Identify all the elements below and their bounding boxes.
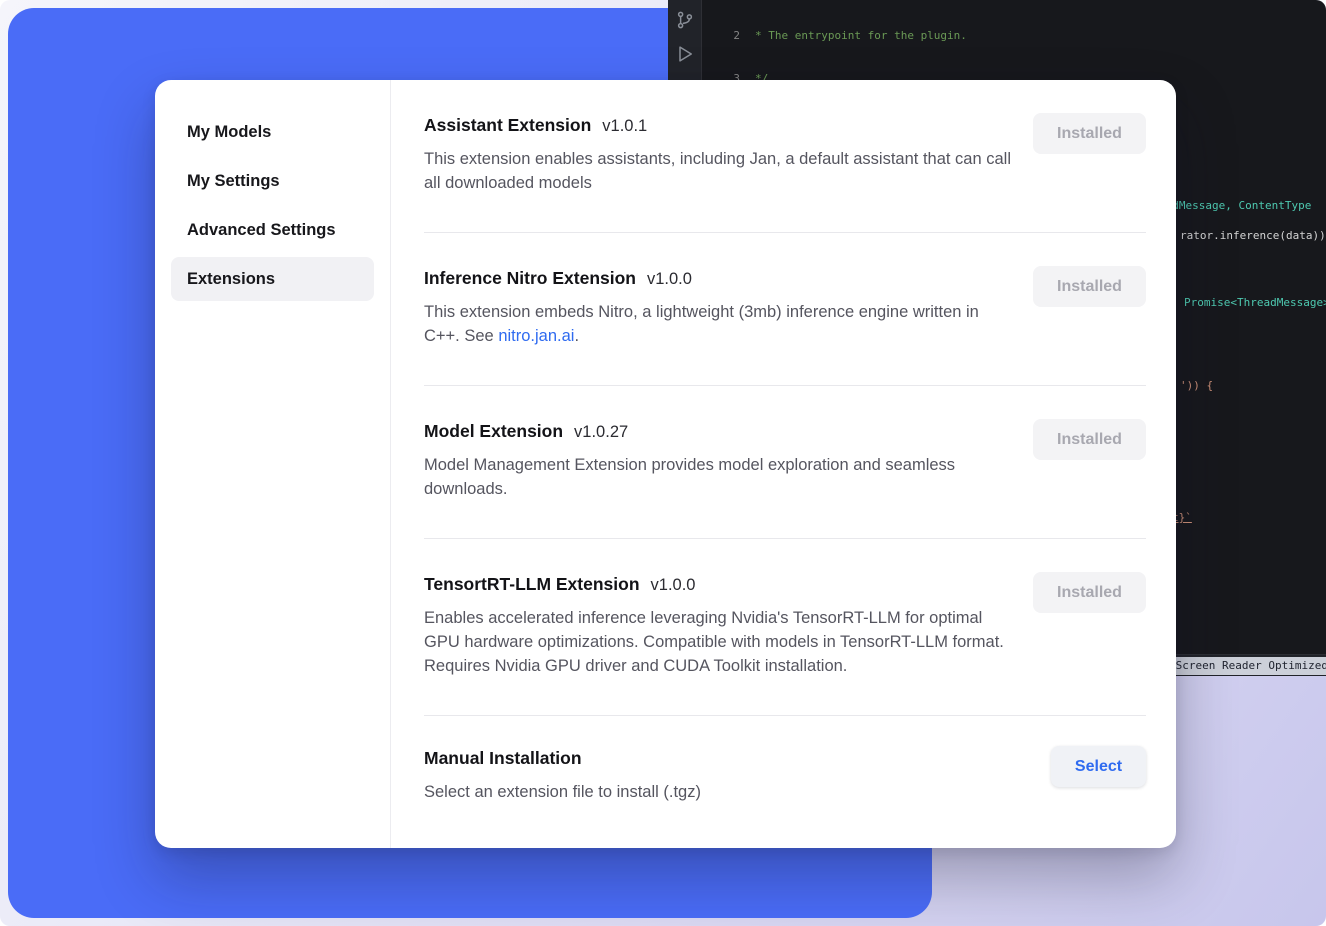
extension-name: Model Extension xyxy=(424,419,563,443)
sidebar-item-my-settings[interactable]: My Settings xyxy=(171,159,374,203)
code-text: * The entrypoint for the plugin. xyxy=(755,29,967,42)
manual-installation-title: Manual Installation xyxy=(424,746,582,770)
extension-description: Model Management Extension provides mode… xyxy=(424,453,1014,501)
code-fragment: Promise<ThreadMessage> xyxy=(1184,296,1326,309)
desktop-background: 2* The entrypoint for the plugin. 3*/ 4 … xyxy=(0,0,1326,926)
extension-version: v1.0.0 xyxy=(647,270,692,289)
installed-button[interactable]: Installed xyxy=(1033,266,1146,307)
extension-version: v1.0.1 xyxy=(602,117,647,136)
run-debug-icon[interactable] xyxy=(675,44,695,64)
select-file-button[interactable]: Select xyxy=(1051,746,1146,787)
sidebar-item-extensions[interactable]: Extensions xyxy=(171,257,374,301)
manual-installation-description: Select an extension file to install (.tg… xyxy=(424,780,701,804)
settings-modal: My Models My Settings Advanced Settings … xyxy=(155,80,1176,848)
extension-row-model: Model Extension v1.0.27 Model Management… xyxy=(424,386,1146,539)
extension-row-inference-nitro: Inference Nitro Extension v1.0.0 This ex… xyxy=(424,233,1146,386)
settings-sidebar: My Models My Settings Advanced Settings … xyxy=(155,80,391,848)
sidebar-item-my-models[interactable]: My Models xyxy=(171,110,374,154)
extension-row-assistant: Assistant Extension v1.0.1 This extensio… xyxy=(424,80,1146,233)
extension-description: This extension enables assistants, inclu… xyxy=(424,147,1014,195)
screen-reader-optimized-badge[interactable]: Screen Reader Optimized xyxy=(1166,657,1326,675)
installed-button[interactable]: Installed xyxy=(1033,419,1146,460)
extensions-panel: Assistant Extension v1.0.1 This extensio… xyxy=(391,80,1176,848)
extension-name: Inference Nitro Extension xyxy=(424,266,636,290)
source-control-icon[interactable] xyxy=(675,10,695,30)
code-line: 2 * The entrypoint for the plugin. xyxy=(710,28,1326,45)
line-number: 2 xyxy=(710,28,740,45)
extension-row-tensorrt-llm: TensortRT-LLM Extension v1.0.0 Enables a… xyxy=(424,539,1146,716)
nitro-jan-ai-link[interactable]: nitro.jan.ai xyxy=(498,327,574,345)
extension-description: Enables accelerated inference leveraging… xyxy=(424,606,1014,678)
code-fragment: rator.inference(data)); xyxy=(1180,229,1326,242)
manual-installation-row: Manual Installation Select an extension … xyxy=(424,716,1146,841)
code-fragment: ')) { xyxy=(1180,379,1213,392)
sidebar-item-advanced-settings[interactable]: Advanced Settings xyxy=(171,208,374,252)
extension-description: This extension embeds Nitro, a lightweig… xyxy=(424,300,1014,348)
extension-version: v1.0.0 xyxy=(651,576,696,595)
extension-name: Assistant Extension xyxy=(424,113,591,137)
description-text: . xyxy=(574,327,579,345)
extension-name: TensortRT-LLM Extension xyxy=(424,572,640,596)
installed-button[interactable]: Installed xyxy=(1033,572,1146,613)
extension-version: v1.0.27 xyxy=(574,423,628,442)
installed-button[interactable]: Installed xyxy=(1033,113,1146,154)
